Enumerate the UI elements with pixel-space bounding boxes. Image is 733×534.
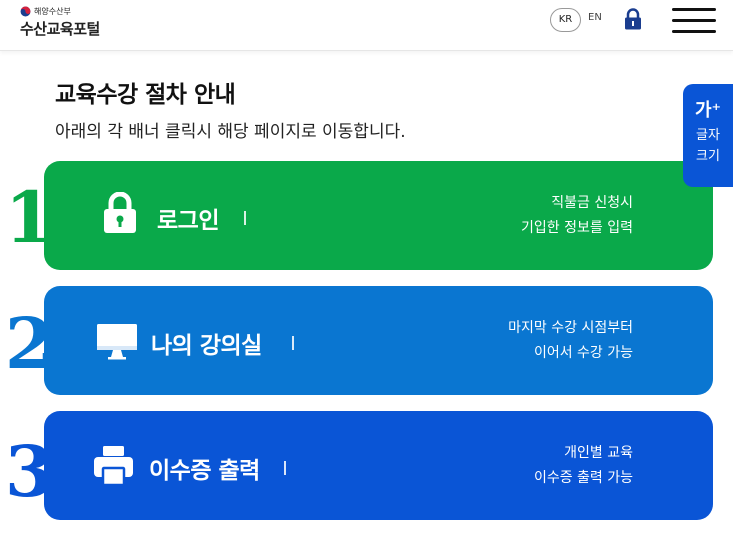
divider bbox=[244, 211, 246, 225]
lang-kr-button[interactable]: KR bbox=[550, 8, 581, 32]
certificate-desc-line2: 이수증 출력 가능 bbox=[533, 470, 633, 486]
logo-ministry-row: 해양수산부 bbox=[20, 6, 100, 17]
site-logo[interactable]: 해양수산부 수산교육포털 bbox=[20, 6, 100, 39]
portal-name: 수산교육포털 bbox=[20, 20, 100, 38]
my-classroom-desc-line2: 이어서 수강 가능 bbox=[533, 345, 633, 361]
page-subtitle: 아래의 각 배너 클릭시 해당 페이지로 이동합니다. bbox=[55, 122, 406, 142]
my-classroom-banner-desc: 마지막 수강 시점부터 이어서 수강 가능 bbox=[508, 316, 633, 366]
my-classroom-desc-line1: 마지막 수강 시점부터 bbox=[508, 320, 633, 336]
font-size-icon: 가⁺ bbox=[694, 100, 722, 121]
login-banner-title: 로그인 bbox=[157, 208, 219, 234]
certificate-print-banner[interactable]: 이수증 출력 개인별 교육 이수증 출력 가능 bbox=[44, 411, 713, 520]
hamburger-menu-icon[interactable] bbox=[672, 8, 718, 34]
lock-icon[interactable] bbox=[624, 8, 642, 30]
ministry-name: 해양수산부 bbox=[34, 7, 71, 16]
font-size-button[interactable]: 가⁺ 글자 크기 bbox=[683, 84, 733, 187]
site-header: 해양수산부 수산교육포털 KR EN bbox=[0, 0, 733, 51]
font-size-label: 글자 크기 bbox=[683, 125, 733, 167]
printer-icon bbox=[94, 446, 133, 486]
page-title: 교육수강 절차 안내 bbox=[55, 82, 236, 108]
lang-en-button[interactable]: EN bbox=[588, 12, 602, 23]
certificate-print-banner-title: 이수증 출력 bbox=[149, 458, 260, 484]
certificate-desc-line1: 개인별 교육 bbox=[564, 445, 633, 461]
my-classroom-banner-title: 나의 강의실 bbox=[151, 333, 262, 359]
divider bbox=[284, 461, 286, 475]
lock-icon bbox=[104, 192, 136, 233]
login-banner[interactable]: 로그인 직불금 신청시 기입한 정보를 입력 bbox=[44, 161, 713, 270]
certificate-print-banner-desc: 개인별 교육 이수증 출력 가능 bbox=[534, 441, 633, 491]
font-size-label-line2: 크기 bbox=[696, 149, 720, 164]
login-banner-desc: 직불금 신청시 기입한 정보를 입력 bbox=[521, 191, 633, 241]
login-desc-line1: 직불금 신청시 bbox=[551, 195, 633, 211]
font-size-label-line1: 글자 bbox=[696, 128, 720, 143]
monitor-icon bbox=[97, 324, 137, 360]
taegeuk-emblem-icon bbox=[20, 6, 31, 17]
divider bbox=[292, 336, 294, 350]
login-desc-line2: 기입한 정보를 입력 bbox=[521, 220, 633, 236]
my-classroom-banner[interactable]: 나의 강의실 마지막 수강 시점부터 이어서 수강 가능 bbox=[44, 286, 713, 395]
